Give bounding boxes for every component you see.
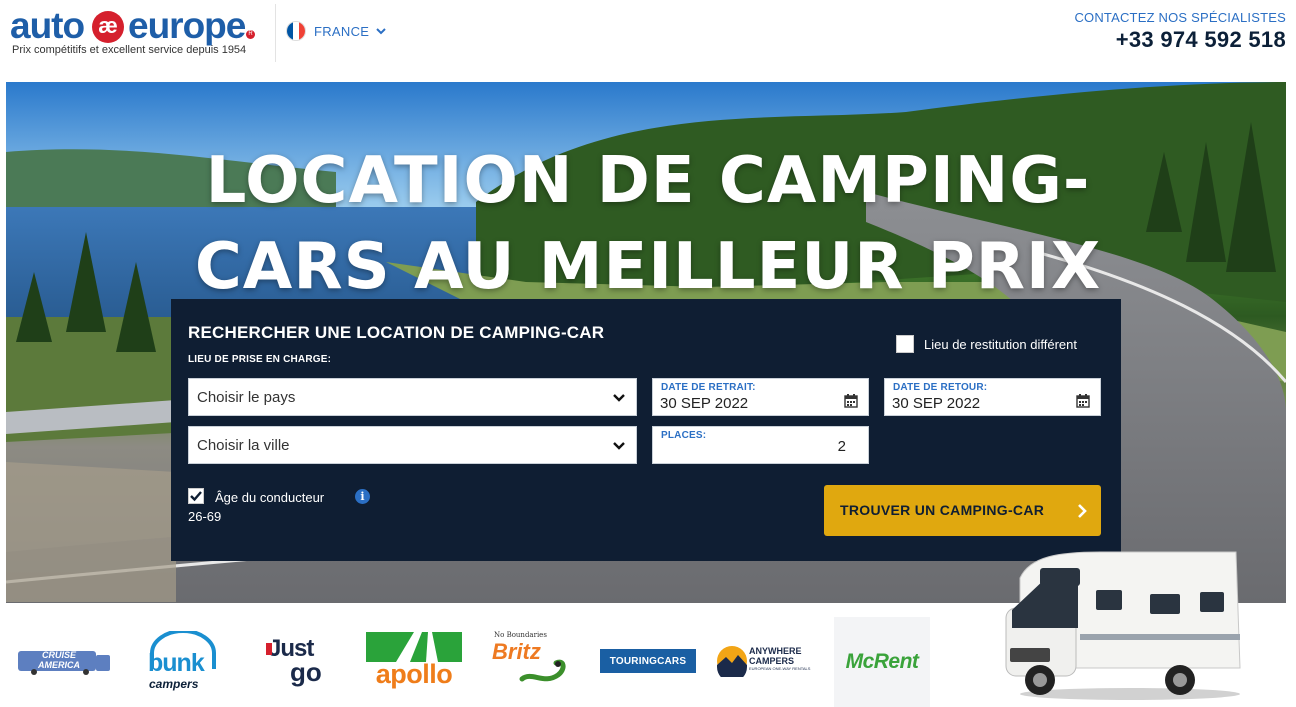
- pickup-date-label: DATE DE RETRAIT:: [661, 382, 756, 393]
- find-camper-button[interactable]: TROUVER UN CAMPING-CAR: [824, 485, 1101, 536]
- places-field[interactable]: PLACES: 2: [652, 426, 869, 464]
- just-go-logo[interactable]: Just go: [266, 635, 332, 687]
- hero-title: LOCATION DE CAMPING- CARS AU MEILLEUR PR…: [6, 138, 1286, 310]
- bunk-campers-word: campers: [149, 677, 199, 691]
- apollo-road-icon: [366, 632, 462, 662]
- logo-tagline: Prix compétitifs et excellent service de…: [12, 44, 247, 56]
- search-panel-title: RECHERCHER UNE LOCATION DE CAMPING-CAR: [188, 323, 605, 342]
- camper-search-panel: RECHERCHER UNE LOCATION DE CAMPING-CAR L…: [171, 299, 1121, 561]
- return-date-value: 30 SEP 2022: [892, 395, 981, 412]
- mcrent-logo[interactable]: McRent: [834, 617, 930, 707]
- lizard-icon: [519, 659, 566, 682]
- calendar-icon: [1076, 394, 1090, 408]
- contact-label: CONTACTEZ NOS SPÉCIALISTES: [1074, 10, 1286, 25]
- just-go-accent-mark: [266, 643, 272, 655]
- pickup-date-value: 30 SEP 2022: [660, 395, 749, 412]
- logo-word-europe: europe: [128, 5, 246, 46]
- different-return-checkbox[interactable]: [896, 335, 914, 353]
- country-label: FRANCE: [314, 23, 370, 39]
- go-word: go: [290, 657, 322, 687]
- chevron-down-icon: [613, 394, 625, 402]
- pickup-date-field[interactable]: DATE DE RETRAIT: 30 SEP 2022: [652, 378, 869, 416]
- info-icon[interactable]: i: [355, 489, 370, 504]
- apollo-word: apollo: [375, 659, 453, 689]
- auto-europe-logo[interactable]: auto æ europe R Prix compétitifs et exce…: [10, 6, 255, 60]
- return-date-label: DATE DE RETOUR:: [893, 382, 988, 393]
- header-divider: [275, 4, 276, 62]
- site-header: auto æ europe R Prix compétitifs et exce…: [0, 0, 1296, 80]
- pickup-location-label: LIEU DE PRISE EN CHARGE:: [188, 354, 332, 365]
- driver-age-label: Âge du conducteur 26-69: [188, 490, 325, 524]
- anywhere-line-3: EUROPEAN ONE-WAY RENTALS: [749, 666, 811, 671]
- return-date-field[interactable]: DATE DE RETOUR: 30 SEP 2022: [884, 378, 1101, 416]
- city-select[interactable]: Choisir la ville: [188, 426, 637, 464]
- motorhome-image: [1005, 551, 1241, 700]
- hero-title-line-1: LOCATION DE CAMPING-: [205, 144, 1091, 218]
- calendar-icon: [844, 394, 858, 408]
- globe-sunset-icon: [717, 646, 747, 677]
- chevron-down-icon: [613, 442, 625, 450]
- apollo-logo[interactable]: apollo: [366, 632, 462, 690]
- france-flag-icon: [286, 21, 306, 41]
- logo-ae-mark: æ: [92, 11, 124, 43]
- britz-tagline: No Boundaries: [494, 631, 547, 639]
- country-select[interactable]: Choisir le pays: [188, 378, 637, 416]
- different-return-label: Lieu de restitution différent: [924, 336, 1077, 352]
- contact-block: CONTACTEZ NOS SPÉCIALISTES +33 974 592 5…: [1074, 10, 1286, 53]
- cruise-america-logo[interactable]: CRUISE AMERICA: [16, 647, 112, 675]
- cruise-america-line-1: CRUISE: [41, 650, 76, 660]
- britz-logo[interactable]: No Boundaries Britz: [490, 631, 574, 697]
- bunk-word: bunk: [148, 649, 205, 677]
- mcrent-word: McRent: [845, 650, 919, 673]
- city-select-value: Choisir la ville: [197, 437, 290, 454]
- places-value: 2: [837, 438, 846, 455]
- find-camper-button-label: TROUVER UN CAMPING-CAR: [840, 502, 1045, 518]
- logo-registered-mark: R: [246, 30, 255, 39]
- different-return-toggle[interactable]: Lieu de restitution différent: [896, 335, 1077, 353]
- anywhere-line-1: ANYWHERE: [749, 646, 802, 656]
- country-select-value: Choisir le pays: [197, 389, 296, 406]
- bunk-campers-logo[interactable]: bunk campers: [145, 631, 220, 695]
- touring-cars-logo[interactable]: TOURINGCARS: [600, 649, 696, 673]
- cruise-america-line-2: AMERICA: [38, 660, 80, 670]
- chevron-right-icon: [1078, 504, 1087, 518]
- logo-word-auto: auto: [10, 5, 85, 46]
- anywhere-line-2: CAMPERS: [749, 656, 795, 666]
- hero-title-line-2: CARS AU MEILLEUR PRIX: [194, 230, 1102, 304]
- touring-cars-word: TOURINGCARS: [609, 655, 687, 667]
- chevron-down-icon: [376, 28, 386, 35]
- anywhere-campers-logo[interactable]: ANYWHERE CAMPERS EUROPEAN ONE-WAY RENTAL…: [716, 643, 816, 679]
- places-label: PLACES:: [661, 430, 707, 441]
- contact-phone[interactable]: +33 974 592 518: [1074, 27, 1286, 53]
- country-selector[interactable]: FRANCE: [286, 20, 387, 42]
